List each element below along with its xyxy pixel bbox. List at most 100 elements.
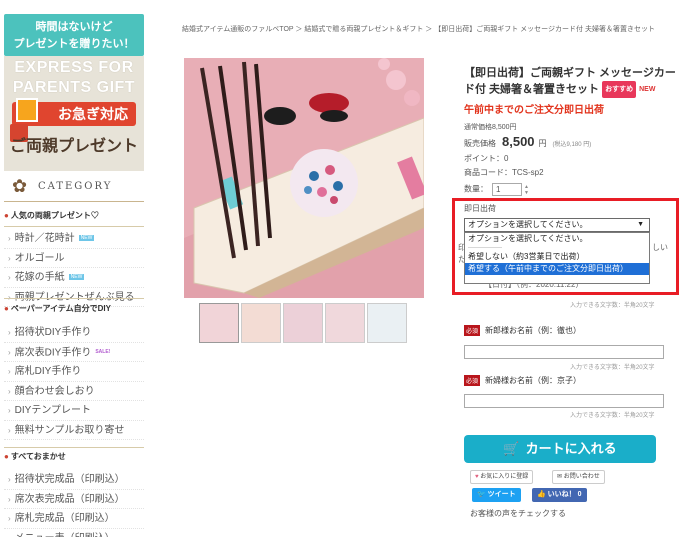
- paper-item-label: 席札DIY手作り: [14, 366, 82, 377]
- heart-icon: ♥: [475, 474, 479, 480]
- banner-line1: 時間はないけど: [35, 20, 113, 33]
- popular-item[interactable]: › 時計／花時計 NEW: [4, 229, 144, 249]
- chevron-right-icon: ›: [8, 494, 11, 504]
- quantity-label: 数量：: [464, 184, 488, 194]
- char-count: 入力できる文字数：半角20文字: [570, 365, 655, 371]
- paper-item-label: 招待状DIY手作り: [14, 327, 92, 338]
- price-value: 8,500: [502, 134, 535, 149]
- product-illustration: [184, 58, 424, 298]
- paper-item-label: 無料サンプルお取り寄せ: [14, 424, 125, 436]
- express-line1: EXPRESS FOR: [14, 59, 134, 76]
- bride-name-label: 必須 新婦様お名前（例：京子）: [464, 375, 582, 386]
- shipping-catch: 午前中までのご注文分即日出荷: [464, 105, 604, 116]
- popular-item-label: 花嫁の手紙: [14, 272, 65, 283]
- divider: [4, 226, 144, 227]
- quantity-row: 数量： 1 ▲ ▼: [464, 183, 532, 196]
- like-button[interactable]: 👍 いいね！ 0: [532, 488, 587, 502]
- sale-price: 販売価格 8,500 円 (税込9,180 円): [464, 134, 591, 149]
- thumbnail[interactable]: [199, 303, 239, 343]
- required-badge: 必須: [464, 325, 481, 336]
- popular-item[interactable]: › 花嫁の手紙 NEW: [4, 268, 144, 288]
- new-badge: NEW: [639, 86, 656, 93]
- paper-item[interactable]: › 無料サンプルお取り寄せ: [4, 421, 144, 440]
- section-all-heading: ● すべておまかせ: [4, 452, 66, 461]
- all-item-label: 席札完成品（印刷込）: [14, 513, 115, 524]
- chevron-right-icon: ›: [8, 234, 11, 243]
- price-unit: 円: [538, 139, 547, 148]
- section-popular-heading: ● 人気の両親プレゼント♡: [4, 211, 99, 220]
- groom-name-label: 必須 新郎様お名前（例：徹也）: [464, 325, 582, 336]
- category-header: ✿ CATEGORY: [4, 172, 144, 202]
- cart-icon: 🛒: [503, 441, 520, 456]
- all-list: ›招待状完成品（印刷込）›席次表完成品（印刷込）›席札完成品（印刷込）›メニュー…: [4, 470, 144, 537]
- chevron-right-icon: ›: [8, 347, 11, 357]
- all-item[interactable]: › 席次表完成品（印刷込）: [4, 490, 144, 509]
- chevron-down-icon: ▼: [637, 221, 644, 228]
- char-count: 入力できる文字数：半角20文字: [570, 413, 655, 419]
- chevron-right-icon: ›: [8, 253, 11, 263]
- price-tax: (税込9,180 円): [552, 142, 592, 148]
- bullet-icon: ●: [4, 211, 9, 220]
- all-item[interactable]: › 招待状完成品（印刷込）: [4, 470, 144, 490]
- paper-item[interactable]: › DIYテンプレート: [4, 401, 144, 421]
- option-select[interactable]: オプションを選択してください。 ▼: [464, 218, 650, 232]
- chevron-right-icon: ›: [8, 406, 11, 415]
- all-item-label: メニュー表（印刷込）: [15, 533, 115, 537]
- chevron-right-icon: ›: [8, 534, 11, 537]
- parents-present-label: ご両親プレゼント: [9, 138, 138, 155]
- quantity-stepper[interactable]: ▲ ▼: [524, 184, 532, 196]
- recommend-badge: おすすめ: [602, 81, 637, 98]
- quantity-input[interactable]: 1: [492, 183, 522, 196]
- points: ポイント：0: [464, 154, 509, 163]
- option-item[interactable]: 希望する（午前中までのご注文分即日出荷）: [465, 263, 649, 275]
- banner-line2: プレゼントを贈りたい！: [13, 37, 135, 50]
- groom-name-input[interactable]: [464, 345, 664, 359]
- bullet-icon: ●: [4, 452, 9, 461]
- thumbnail[interactable]: [283, 303, 323, 343]
- bride-name-input[interactable]: [464, 394, 664, 408]
- tag-badge: NEW: [78, 235, 95, 242]
- sidebar: 時間はないけど プレゼントを贈りたい！ EXPRESS FOR PARENTS …: [4, 14, 144, 537]
- add-to-cart-label: カートに入れる: [525, 441, 617, 456]
- product-code: 商品コード：TCS-sp2: [464, 168, 544, 177]
- tweet-button[interactable]: 🐦 ツイート: [472, 488, 521, 502]
- all-item[interactable]: › メニュー表（印刷込）: [4, 529, 144, 537]
- paper-item[interactable]: › 席次表DIY手作り SALE!: [4, 343, 144, 362]
- paper-item-label: 席次表DIY手作り: [14, 346, 92, 358]
- express-banner[interactable]: EXPRESS FOR PARENTS GIFT お急ぎ対応 ご両親プレゼント: [4, 56, 144, 171]
- breadcrumb[interactable]: 結婚式アイテム通販のファルベTOP ＞ 結婚式で贈る両親プレゼント＆ギフト ＞ …: [182, 24, 655, 34]
- inquiry-button[interactable]: ✉ お問い合わせ: [552, 470, 605, 484]
- category-title: CATEGORY: [38, 181, 113, 192]
- customer-voice-link[interactable]: お客様の声をチェックする: [470, 508, 566, 519]
- required-badge: 必須: [464, 375, 481, 386]
- tag-badge: NEW: [68, 274, 85, 281]
- gift-banner[interactable]: 時間はないけど プレゼントを贈りたい！: [4, 14, 144, 56]
- product-photo[interactable]: [184, 58, 424, 298]
- paper-item[interactable]: › 招待状DIY手作り: [4, 323, 144, 343]
- all-item-label: 招待状完成品（印刷込）: [14, 474, 125, 485]
- thumbnail[interactable]: [241, 303, 281, 343]
- thumbnail[interactable]: [367, 303, 407, 343]
- chevron-right-icon: ›: [8, 386, 11, 396]
- add-to-cart-button[interactable]: 🛒 カートに入れる: [464, 435, 656, 463]
- favorite-button[interactable]: ♥ お気に入りに登録: [470, 470, 534, 484]
- popular-list: › 時計／花時計 NEW › オルゴール › 花嫁の手紙 NEW › 両親プレゼントぜんぶ見る: [4, 229, 144, 307]
- thumb-up-icon: 👍: [537, 491, 546, 498]
- hurry-badge: お急ぎ対応: [12, 98, 136, 126]
- all-item-label: 席次表完成品（印刷込）: [14, 493, 125, 505]
- tag-badge: SALE!: [95, 348, 111, 355]
- section-paper-heading: ● ペーパーアイテム自分でDIY: [4, 304, 111, 313]
- paper-item[interactable]: › 席札DIY手作り: [4, 362, 144, 382]
- all-item[interactable]: › 席札完成品（印刷込）: [4, 509, 144, 529]
- chevron-right-icon: ›: [8, 328, 11, 337]
- popular-item-label: オルゴール: [14, 252, 65, 264]
- paper-item[interactable]: › 顔合わせ会しおり: [4, 382, 144, 401]
- divider: [4, 298, 144, 299]
- thumbnail[interactable]: [325, 303, 365, 343]
- express-line2: PARENTS GIFT: [12, 79, 136, 96]
- popular-item[interactable]: › オルゴール: [4, 249, 144, 268]
- chevron-right-icon: ›: [8, 514, 11, 523]
- paper-item-label: DIYテンプレート: [14, 405, 92, 416]
- option-item[interactable]: 希望しない（約3営業日で出荷）: [465, 251, 649, 263]
- option-item[interactable]: オプションを選択してください。: [465, 233, 649, 245]
